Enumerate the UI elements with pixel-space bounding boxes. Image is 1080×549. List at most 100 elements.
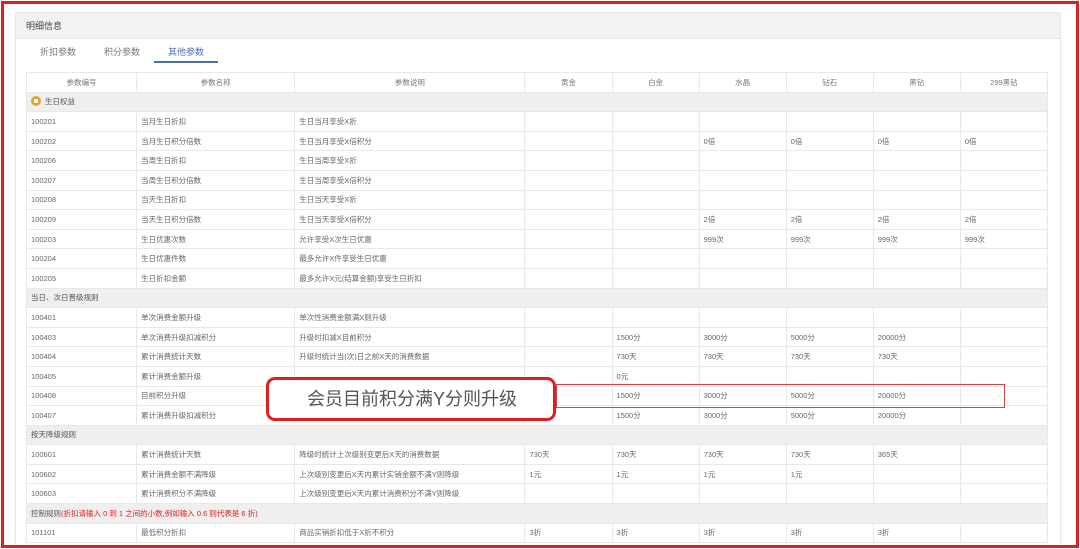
- table-cell[interactable]: [959, 111, 1049, 132]
- table-cell[interactable]: [611, 130, 700, 152]
- table-cell[interactable]: [611, 111, 700, 132]
- table-cell[interactable]: [959, 169, 1049, 191]
- table-cell[interactable]: 20000分: [872, 326, 961, 348]
- table-cell[interactable]: [872, 248, 961, 269]
- table-cell[interactable]: [524, 307, 613, 328]
- table-cell[interactable]: 1元: [698, 463, 787, 485]
- table-cell[interactable]: 3折: [611, 522, 700, 544]
- table-cell[interactable]: [959, 326, 1049, 348]
- table-cell[interactable]: [785, 307, 874, 328]
- table-cell[interactable]: [611, 248, 700, 269]
- table-cell[interactable]: 0倍: [698, 130, 787, 152]
- table-cell[interactable]: [698, 189, 787, 211]
- table-cell[interactable]: [872, 483, 961, 505]
- table-cell[interactable]: [524, 326, 613, 348]
- table-cell[interactable]: 730天: [524, 444, 613, 465]
- table-cell[interactable]: 3折: [524, 522, 613, 544]
- table-cell[interactable]: [959, 346, 1049, 367]
- table-cell[interactable]: [524, 248, 613, 269]
- table-cell[interactable]: 3000分: [698, 405, 787, 426]
- table-cell[interactable]: 999次: [698, 228, 787, 250]
- table-cell[interactable]: 5000分: [785, 405, 874, 426]
- tab-points-params[interactable]: 积分参数: [90, 43, 154, 63]
- table-cell[interactable]: 730天: [785, 444, 874, 465]
- table-cell[interactable]: [959, 189, 1049, 211]
- table-cell[interactable]: 20000分: [872, 405, 961, 426]
- table-cell[interactable]: 3折: [698, 522, 787, 544]
- table-cell[interactable]: [611, 189, 700, 211]
- table-cell[interactable]: [611, 150, 700, 171]
- table-cell[interactable]: 1500分: [611, 326, 700, 348]
- table-cell[interactable]: 730天: [785, 346, 874, 367]
- table-cell[interactable]: [785, 483, 874, 505]
- table-cell[interactable]: [959, 307, 1049, 328]
- tab-discount-params[interactable]: 折扣参数: [26, 43, 90, 63]
- table-cell[interactable]: [698, 248, 787, 269]
- table-cell[interactable]: 2倍: [785, 209, 874, 230]
- table-cell[interactable]: 730天: [872, 346, 961, 367]
- table-cell[interactable]: [698, 111, 787, 132]
- table-cell[interactable]: [959, 150, 1049, 171]
- table-cell[interactable]: [872, 307, 961, 328]
- table-cell[interactable]: [785, 248, 874, 269]
- table-cell[interactable]: 730天: [698, 444, 787, 465]
- table-cell[interactable]: [611, 307, 700, 328]
- table-cell[interactable]: [524, 346, 613, 367]
- table-cell[interactable]: [698, 267, 787, 289]
- table-cell[interactable]: 365天: [872, 444, 961, 465]
- table-cell[interactable]: [785, 169, 874, 191]
- table-cell[interactable]: [698, 150, 787, 171]
- table-cell[interactable]: [698, 307, 787, 328]
- table-cell[interactable]: [524, 130, 613, 152]
- table-cell[interactable]: [959, 483, 1049, 505]
- table-cell[interactable]: [872, 150, 961, 171]
- table-cell[interactable]: [959, 405, 1049, 426]
- table-cell[interactable]: [524, 150, 613, 171]
- table-cell[interactable]: 999次: [959, 228, 1049, 250]
- table-cell[interactable]: 999次: [872, 228, 961, 250]
- table-cell[interactable]: [785, 150, 874, 171]
- table-cell[interactable]: [524, 111, 613, 132]
- table-cell[interactable]: [872, 463, 961, 485]
- table-cell[interactable]: [872, 189, 961, 211]
- table-cell[interactable]: [524, 483, 613, 505]
- table-cell[interactable]: [959, 444, 1049, 465]
- table-cell[interactable]: 0倍: [959, 130, 1049, 152]
- table-cell[interactable]: [872, 111, 961, 132]
- table-cell[interactable]: [524, 169, 613, 191]
- table-cell[interactable]: 1500分: [611, 405, 700, 426]
- table-cell[interactable]: 1元: [611, 463, 700, 485]
- table-cell[interactable]: 1元: [524, 463, 613, 485]
- table-cell[interactable]: [611, 267, 700, 289]
- table-cell[interactable]: 730天: [698, 346, 787, 367]
- table-cell[interactable]: 999次: [785, 228, 874, 250]
- table-cell[interactable]: [785, 189, 874, 211]
- table-cell[interactable]: [524, 228, 613, 250]
- table-cell[interactable]: [785, 267, 874, 289]
- table-cell[interactable]: 730天: [611, 444, 700, 465]
- table-cell[interactable]: 3000分: [698, 326, 787, 348]
- table-cell[interactable]: 0倍: [872, 130, 961, 152]
- table-cell[interactable]: 0倍: [785, 130, 874, 152]
- table-cell[interactable]: [785, 111, 874, 132]
- table-cell[interactable]: 730天: [611, 346, 700, 367]
- table-cell[interactable]: [524, 209, 613, 230]
- table-cell[interactable]: [959, 463, 1049, 485]
- table-cell[interactable]: 1元: [785, 463, 874, 485]
- table-cell[interactable]: [611, 483, 700, 505]
- table-cell[interactable]: 3折: [872, 522, 961, 544]
- table-cell[interactable]: [611, 169, 700, 191]
- table-cell[interactable]: [698, 169, 787, 191]
- table-cell[interactable]: [872, 169, 961, 191]
- table-cell[interactable]: 2倍: [872, 209, 961, 230]
- table-cell[interactable]: [524, 189, 613, 211]
- table-cell[interactable]: [698, 483, 787, 505]
- table-cell[interactable]: 2倍: [959, 209, 1049, 230]
- table-cell[interactable]: [959, 267, 1049, 289]
- table-cell[interactable]: 5000分: [785, 326, 874, 348]
- table-cell[interactable]: [524, 267, 613, 289]
- table-cell[interactable]: [959, 522, 1049, 544]
- table-cell[interactable]: [611, 228, 700, 250]
- tab-other-params[interactable]: 其他参数: [154, 43, 219, 63]
- table-cell[interactable]: 2倍: [698, 209, 787, 230]
